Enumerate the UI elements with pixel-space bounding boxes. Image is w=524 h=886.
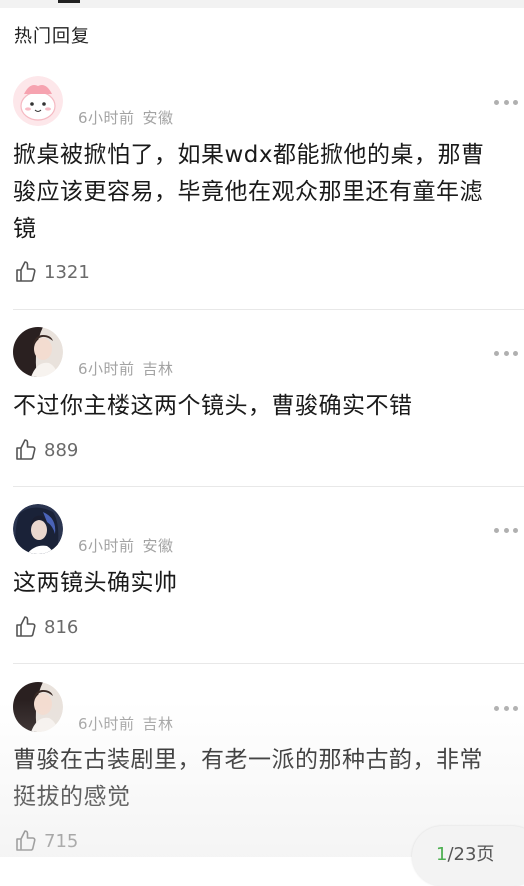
comment-text-line: 骏应该更容易，毕竟他在观众那里还有童年滤	[13, 179, 483, 205]
comment-location: 安徽	[142, 537, 174, 555]
comment-text: 不过你主楼这两个镜头，曹骏确实不错	[13, 388, 513, 425]
like-button[interactable]: 889	[14, 437, 78, 463]
current-page: 1	[436, 844, 448, 865]
avatar[interactable]	[13, 327, 63, 377]
section-title: 热门回复	[14, 26, 90, 47]
comment-location: 吉林	[142, 715, 174, 733]
comment-time: 6小时前	[78, 715, 135, 733]
comment-time: 6小时前	[78, 537, 135, 555]
comment-text: 掀桌被掀怕了，如果wdx都能掀他的桌，那曹 骏应该更容易，毕竟他在观众那里还有童…	[13, 137, 513, 248]
divider	[13, 663, 524, 664]
comment-text-line: 掀桌被掀怕了，如果wdx都能掀他的桌，那曹	[13, 142, 485, 168]
divider	[13, 486, 524, 487]
more-dots-icon[interactable]	[494, 348, 518, 358]
avatar[interactable]	[13, 682, 63, 732]
comment-text-line: 不过你主楼这两个镜头，曹骏确实不错	[13, 393, 413, 419]
thumbs-up-icon	[16, 261, 36, 282]
avatar[interactable]	[13, 504, 63, 554]
comment-meta: 6小时前 安徽	[78, 535, 174, 556]
like-count: 1321	[44, 261, 90, 283]
like-count: 889	[44, 439, 79, 461]
comment-meta: 6小时前 吉林	[78, 358, 174, 379]
comment-location: 吉林	[142, 360, 174, 378]
thumbs-up-icon	[16, 830, 36, 851]
like-button[interactable]: 1321	[14, 259, 90, 285]
comment-text: 曹骏在古装剧里，有老一派的那种古韵，非常 挺拔的感觉	[13, 742, 513, 816]
avatar[interactable]	[13, 76, 63, 126]
like-button[interactable]: 715	[14, 828, 78, 854]
more-dots-icon[interactable]	[494, 97, 518, 107]
divider	[13, 309, 524, 310]
comment-location: 安徽	[142, 109, 174, 127]
comment-text-line: 挺拔的感觉	[13, 784, 131, 810]
thumbs-up-icon	[16, 616, 36, 637]
like-button[interactable]: 816	[14, 614, 78, 640]
comment-text-line: 曹骏在古装剧里，有老一派的那种古韵，非常	[13, 747, 483, 773]
top-edge	[0, 0, 524, 8]
comment-time: 6小时前	[78, 109, 135, 127]
more-dots-icon[interactable]	[494, 703, 518, 713]
total-pages: /23页	[447, 844, 495, 865]
thumbs-up-icon	[16, 439, 36, 460]
like-count: 816	[44, 616, 79, 638]
comment-text-line: 镜	[13, 216, 37, 242]
like-count: 715	[44, 830, 79, 852]
comment-text-line: 这两镜头确实帅	[13, 570, 178, 596]
more-dots-icon[interactable]	[494, 525, 518, 535]
comment-meta: 6小时前 安徽	[78, 107, 174, 128]
comment-meta: 6小时前 吉林	[78, 713, 174, 734]
page-indicator[interactable]: 1/23页	[412, 826, 524, 886]
comment-time: 6小时前	[78, 360, 135, 378]
comment-text: 这两镜头确实帅	[13, 565, 513, 602]
